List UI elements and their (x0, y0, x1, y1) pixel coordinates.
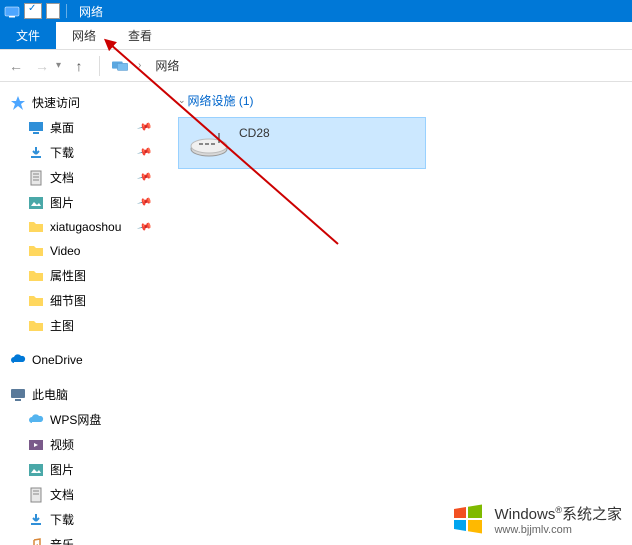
pin-icon: 📌 (136, 120, 152, 136)
onedrive-icon (10, 352, 26, 368)
sidebar-item-downloads[interactable]: 下载 📌 (10, 140, 162, 165)
download-icon (28, 512, 44, 528)
folder-icon (28, 318, 44, 334)
chevron-right-icon[interactable]: › (138, 60, 141, 71)
group-header-network-infra[interactable]: ⌄ 网络设施 (1) (172, 88, 622, 113)
star-icon (10, 95, 26, 111)
sidebar-item-pictures[interactable]: 图片 (10, 457, 162, 482)
sidebar-item-label: Video (50, 244, 80, 258)
sidebar-item-desktop[interactable]: 桌面 📌 (10, 115, 162, 140)
pictures-icon (28, 462, 44, 478)
back-button[interactable]: ← (8, 58, 24, 74)
forward-button[interactable]: → (34, 58, 50, 74)
sidebar-item-label: 细节图 (50, 292, 86, 309)
sidebar-item-folder[interactable]: 主图 (10, 313, 162, 338)
video-icon (28, 437, 44, 453)
sidebar-item-label: 桌面 (50, 119, 74, 136)
sidebar-onedrive[interactable]: OneDrive (10, 348, 162, 372)
device-tile[interactable]: CD28 (178, 117, 426, 169)
music-icon (28, 537, 44, 545)
main-content[interactable]: ⌄ 网络设施 (1) CD28 (162, 82, 632, 545)
pin-icon: 📌 (136, 145, 152, 161)
sidebar-item-label: 快速访问 (32, 94, 80, 111)
pin-icon: 📌 (136, 195, 152, 211)
sidebar-item-label: 文档 (50, 486, 74, 503)
sidebar-item-label: 下载 (50, 511, 74, 528)
system-icon[interactable] (4, 3, 20, 19)
qat-properties-icon[interactable] (24, 3, 42, 19)
folder-icon (28, 293, 44, 309)
sidebar-item-folder[interactable]: 细节图 (10, 288, 162, 313)
pictures-icon (28, 195, 44, 211)
window-title: 网络 (79, 3, 103, 20)
sidebar-item-label: 音乐 (50, 536, 74, 545)
group-header-label: 网络设施 (1) (188, 92, 254, 109)
computer-icon (10, 387, 26, 403)
sidebar-item-documents[interactable]: 文档 (10, 482, 162, 507)
sidebar-item-label: OneDrive (32, 353, 83, 367)
sidebar-quick-access[interactable]: 快速访问 (10, 90, 162, 115)
tab-file[interactable]: 文件 (0, 22, 56, 49)
sidebar-item-folder[interactable]: 属性图 (10, 263, 162, 288)
desktop-icon (28, 120, 44, 136)
network-location-icon[interactable] (112, 58, 128, 74)
sidebar-item-folder[interactable]: xiatugaoshou 📌 (10, 215, 162, 239)
folder-icon (28, 243, 44, 259)
sidebar-item-label: 图片 (50, 194, 74, 211)
tab-network[interactable]: 网络 (56, 22, 112, 49)
divider (66, 4, 67, 18)
windows-logo-icon (448, 499, 488, 539)
address-text[interactable]: 网络 (155, 57, 179, 74)
content-area: 快速访问 桌面 📌 下载 📌 文档 📌 图片 📌 xiatugaoshou 📌 (0, 82, 632, 545)
router-icon (189, 129, 229, 157)
sidebar-this-pc[interactable]: 此电脑 (10, 382, 162, 407)
sidebar-item-label: 视频 (50, 436, 74, 453)
download-icon (28, 145, 44, 161)
sidebar-item-folder[interactable]: Video (10, 239, 162, 263)
watermark: Windows®系统之家 www.bjjmlv.com (448, 499, 622, 539)
sidebar-item-label: 主图 (50, 317, 74, 334)
watermark-url: www.bjjmlv.com (494, 524, 622, 536)
cloud-icon (28, 412, 44, 428)
up-button[interactable]: ↑ (71, 58, 87, 74)
sidebar-item-pictures[interactable]: 图片 📌 (10, 190, 162, 215)
sidebar-item-music[interactable]: 音乐 (10, 532, 162, 545)
qat-dropdown-icon[interactable] (46, 3, 60, 19)
tab-view[interactable]: 查看 (112, 22, 168, 49)
chevron-down-icon: ⌄ (178, 95, 186, 106)
title-bar: 网络 (0, 0, 632, 22)
document-icon (28, 487, 44, 503)
sidebar-item-label: 文档 (50, 169, 74, 186)
nav-bar: ← → ▾ ↑ › 网络 (0, 50, 632, 82)
folder-icon (28, 219, 44, 235)
sidebar-item-wps[interactable]: WPS网盘 (10, 407, 162, 432)
sidebar-item-label: 下载 (50, 144, 74, 161)
sidebar-item-label: xiatugaoshou (50, 220, 121, 234)
sidebar-item-label: 此电脑 (32, 386, 68, 403)
sidebar-item-label: 属性图 (50, 267, 86, 284)
device-name: CD28 (239, 126, 270, 140)
sidebar-item-documents[interactable]: 文档 📌 (10, 165, 162, 190)
sidebar-item-downloads[interactable]: 下载 (10, 507, 162, 532)
ribbon-tabs: 文件 网络 查看 (0, 22, 632, 50)
sidebar-item-label: WPS网盘 (50, 411, 101, 428)
navigation-pane[interactable]: 快速访问 桌面 📌 下载 📌 文档 📌 图片 📌 xiatugaoshou 📌 (0, 82, 162, 545)
folder-icon (28, 268, 44, 284)
pin-icon: 📌 (136, 170, 152, 186)
watermark-brand: Windows (494, 506, 555, 523)
pin-icon: 📌 (136, 219, 152, 235)
divider (99, 56, 100, 76)
watermark-sub: 系统之家 (562, 506, 622, 523)
document-icon (28, 170, 44, 186)
history-dropdown-icon[interactable]: ▾ (56, 60, 61, 71)
sidebar-item-videos[interactable]: 视频 (10, 432, 162, 457)
sidebar-item-label: 图片 (50, 461, 74, 478)
